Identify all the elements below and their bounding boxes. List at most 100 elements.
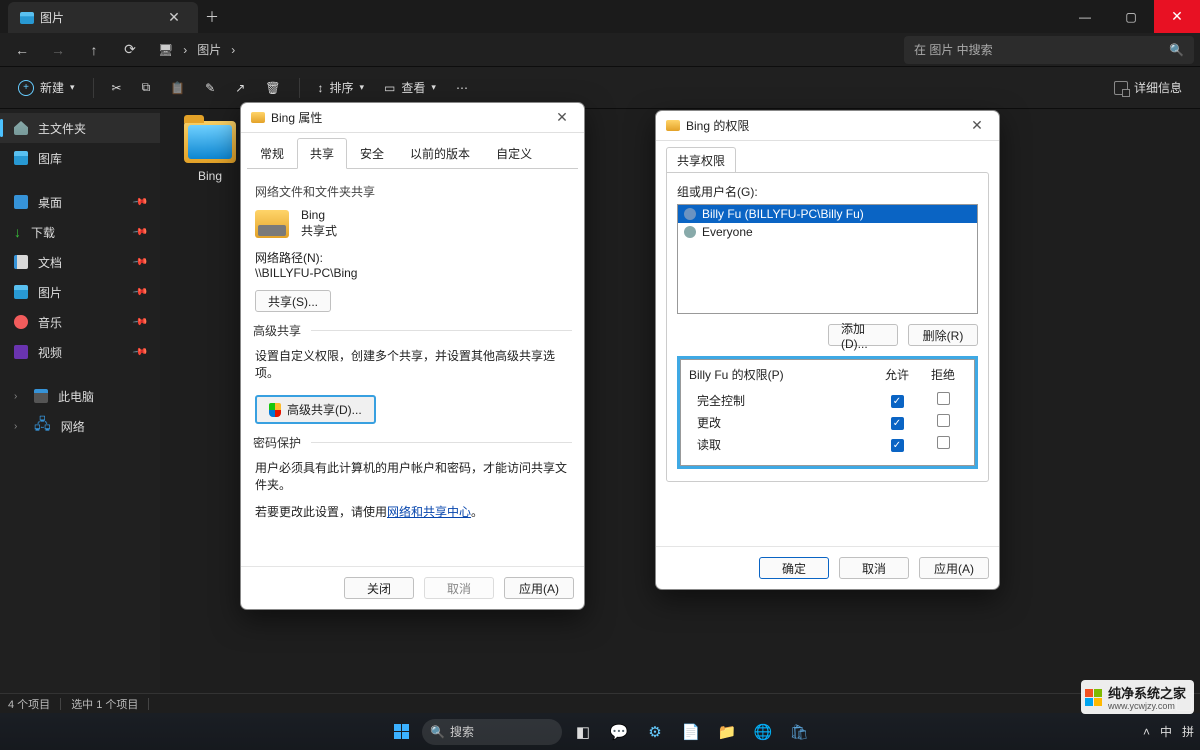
- tab-close-button[interactable]: ✕: [160, 9, 188, 26]
- taskbar-search-label: 搜索: [450, 723, 474, 740]
- sidebar-item-pictures[interactable]: 图片 📌: [0, 277, 160, 307]
- tab-sharing[interactable]: 共享: [297, 138, 347, 169]
- breadcrumb[interactable]: 🖥 › 图片 ›: [158, 41, 235, 58]
- allow-checkbox[interactable]: ✓: [891, 395, 904, 408]
- remove-button[interactable]: 删除(R): [908, 324, 978, 346]
- new-label: 新建: [40, 79, 64, 96]
- details-label: 详细信息: [1134, 79, 1182, 96]
- task-view-button[interactable]: ◧: [568, 718, 598, 746]
- dialog-close-button[interactable]: ✕: [965, 117, 989, 134]
- more-button[interactable]: ⋯: [448, 73, 476, 103]
- tray-lang[interactable]: 拼: [1182, 723, 1194, 740]
- sidebar-item-label: 音乐: [38, 314, 62, 331]
- home-icon: [14, 121, 28, 135]
- tab-previous-versions[interactable]: 以前的版本: [397, 138, 483, 169]
- taskbar-search[interactable]: 🔍 搜索: [422, 719, 562, 745]
- properties-dialog: Bing 属性 ✕ 常规 共享 安全 以前的版本 自定义 网络文件和文件夹共享 …: [240, 102, 585, 610]
- tab-security[interactable]: 安全: [347, 138, 397, 169]
- start-button[interactable]: [386, 718, 416, 746]
- sidebar-item-thispc[interactable]: ›此电脑: [0, 381, 160, 411]
- sort-button[interactable]: ↕ 排序 ▾: [310, 73, 373, 103]
- sort-label: 排序: [330, 79, 354, 96]
- sidebar-item-downloads[interactable]: ↓下载📌: [0, 217, 160, 247]
- cut-button[interactable]: ✂: [104, 73, 130, 103]
- column-allow: 允许: [874, 366, 920, 383]
- network-sharing-center-link[interactable]: 网络和共享中心: [387, 505, 471, 519]
- new-tab-button[interactable]: ＋: [198, 0, 226, 33]
- sidebar-item-gallery[interactable]: 图库: [0, 143, 160, 173]
- apply-button[interactable]: 应用(A): [919, 557, 989, 579]
- sidebar-item-documents[interactable]: 文档📌: [0, 247, 160, 277]
- users-listbox[interactable]: Billy Fu (BILLYFU-PC\Billy Fu) Everyone: [677, 204, 978, 314]
- chevron-down-icon: ▾: [360, 82, 365, 93]
- cancel-button[interactable]: 取消: [424, 577, 494, 599]
- share-button[interactable]: ↗: [227, 73, 253, 103]
- allow-checkbox[interactable]: ✓: [891, 439, 904, 452]
- new-button[interactable]: + 新建 ▾: [10, 73, 83, 103]
- tray-chevron-up-icon[interactable]: ˄: [1143, 725, 1150, 739]
- rename-button[interactable]: ✎: [197, 73, 223, 103]
- user-row[interactable]: Everyone: [678, 223, 977, 241]
- advanced-sharing-button[interactable]: 高级共享(D)...: [255, 395, 376, 424]
- sidebar-item-home[interactable]: 主文件夹: [0, 113, 160, 143]
- tray-ime[interactable]: 中: [1160, 723, 1172, 740]
- sidebar-item-network[interactable]: ›🖧网络: [0, 411, 160, 441]
- taskbar-app-settings[interactable]: ⚙: [640, 718, 670, 746]
- window-maximize-button[interactable]: ▢: [1108, 0, 1154, 33]
- add-button[interactable]: 添加(D)...: [828, 324, 898, 346]
- paste-button[interactable]: 📋: [162, 73, 193, 103]
- details-pane-button[interactable]: 详细信息: [1106, 73, 1190, 103]
- tab-customize[interactable]: 自定义: [483, 138, 545, 169]
- ok-button[interactable]: 确定: [759, 557, 829, 579]
- dialog-titlebar[interactable]: Bing 属性 ✕: [241, 103, 584, 133]
- watermark-logo-icon: [1085, 689, 1102, 706]
- delete-button[interactable]: 🗑: [257, 73, 288, 103]
- sidebar-item-music[interactable]: 音乐📌: [0, 307, 160, 337]
- apply-button[interactable]: 应用(A): [504, 577, 574, 599]
- dialog-titlebar[interactable]: Bing 的权限 ✕: [656, 111, 999, 141]
- nav-back-button[interactable]: ←: [6, 36, 38, 64]
- deny-checkbox[interactable]: [937, 392, 950, 405]
- sidebar-item-desktop[interactable]: 桌面📌: [0, 187, 160, 217]
- window-close-button[interactable]: ✕: [1154, 0, 1200, 33]
- nav-refresh-button[interactable]: ⟳: [114, 36, 146, 64]
- taskbar-app-store[interactable]: 🛍: [784, 718, 814, 746]
- cancel-button[interactable]: 取消: [839, 557, 909, 579]
- sidebar-item-videos[interactable]: 视频📌: [0, 337, 160, 367]
- close-button[interactable]: 关闭: [344, 577, 414, 599]
- pictures-icon: [14, 285, 28, 299]
- dialog-title: Bing 的权限: [686, 117, 749, 134]
- taskbar-app-edge[interactable]: 🌐: [748, 718, 778, 746]
- folder-label: Bing: [198, 169, 222, 183]
- deny-checkbox[interactable]: [937, 436, 950, 449]
- dialog-title: Bing 属性: [271, 109, 322, 126]
- tab-general[interactable]: 常规: [247, 138, 297, 169]
- view-label: 查看: [401, 79, 425, 96]
- user-row[interactable]: Billy Fu (BILLYFU-PC\Billy Fu): [678, 205, 977, 223]
- taskbar-app-word[interactable]: 📄: [676, 718, 706, 746]
- folder-item-bing[interactable]: Bing: [178, 121, 242, 183]
- section-heading: 密码保护: [253, 434, 301, 451]
- pin-icon: 📌: [131, 284, 148, 300]
- dialog-close-button[interactable]: ✕: [550, 109, 574, 126]
- sidebar-item-label: 图片: [38, 284, 62, 301]
- tab-share-permissions[interactable]: 共享权限: [666, 147, 736, 173]
- nav-forward-button[interactable]: →: [42, 36, 74, 64]
- window-minimize-button[interactable]: ―: [1062, 0, 1108, 33]
- nav-up-button[interactable]: ↑: [78, 36, 110, 64]
- allow-checkbox[interactable]: ✓: [891, 417, 904, 430]
- share-button[interactable]: 共享(S)...: [255, 290, 331, 312]
- section-heading: 网络文件和文件夹共享: [255, 183, 570, 200]
- system-tray[interactable]: ˄ 中 拼: [1143, 723, 1194, 740]
- search-input[interactable]: 在 图片 中搜索 🔍: [904, 36, 1194, 64]
- view-button[interactable]: ▭ 查看 ▾: [376, 73, 444, 103]
- breadcrumb-segment[interactable]: 图片: [197, 41, 221, 58]
- taskbar-app-explorer[interactable]: 📁: [712, 718, 742, 746]
- deny-checkbox[interactable]: [937, 414, 950, 427]
- user-label: Everyone: [702, 225, 753, 239]
- taskbar-app-chat[interactable]: 💬: [604, 718, 634, 746]
- pin-icon: 📌: [131, 224, 148, 240]
- explorer-tab[interactable]: 图片 ✕: [8, 2, 198, 33]
- copy-button[interactable]: ⧉: [134, 73, 159, 103]
- status-selected-count: 选中 1 个项目: [71, 696, 138, 712]
